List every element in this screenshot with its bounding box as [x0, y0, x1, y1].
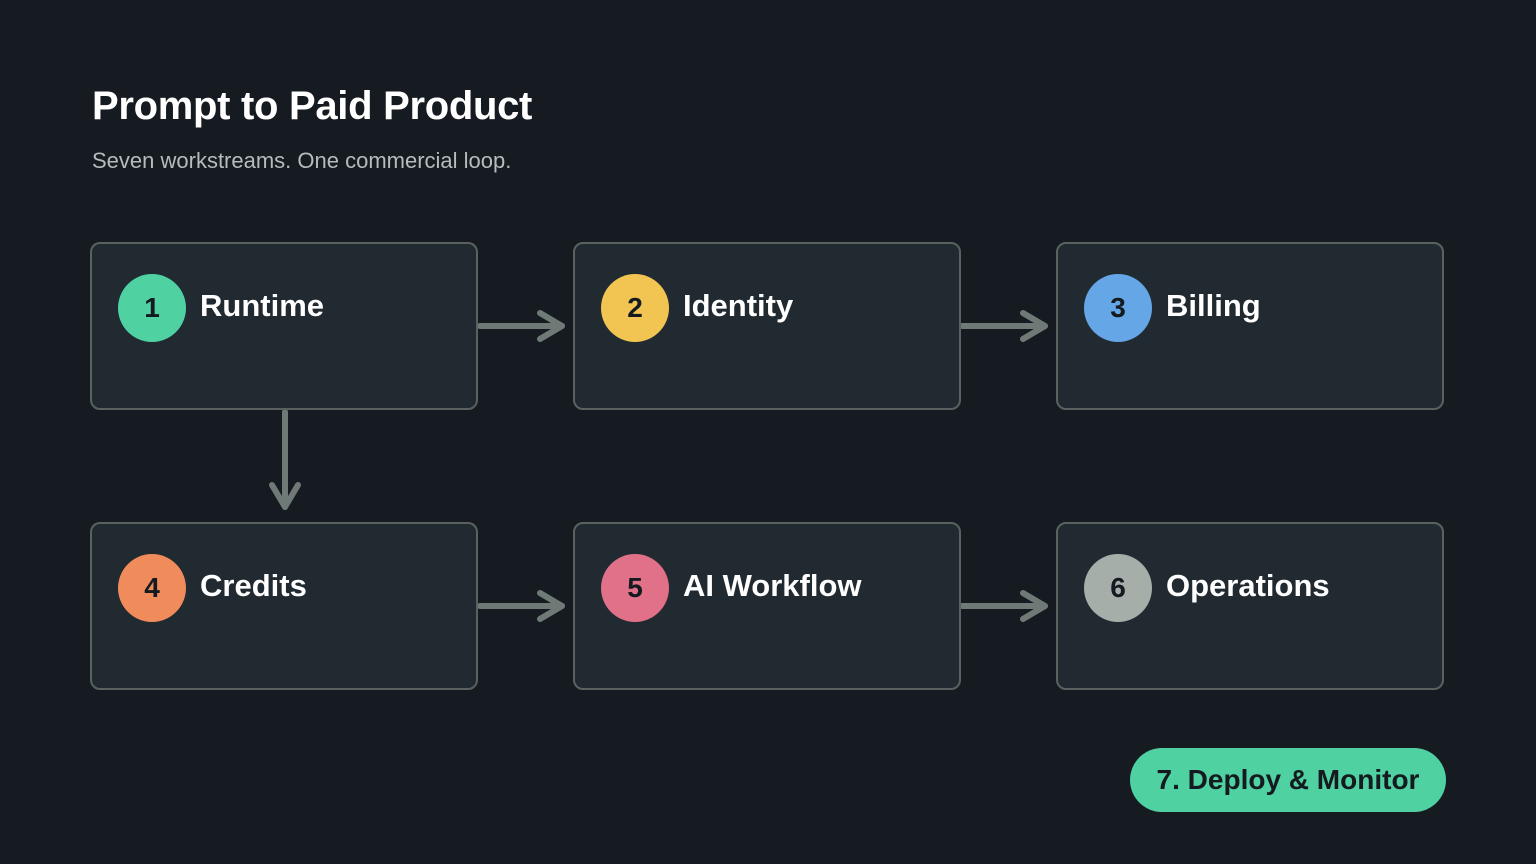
flow-arrows — [269, 310, 1048, 622]
node-number-badge: 1 — [118, 274, 186, 342]
node-identity: 2 Identity — [573, 242, 961, 410]
node-credits: 4 Credits — [90, 522, 478, 690]
node-ai-workflow: 5 AI Workflow — [573, 522, 961, 690]
diagram-subtitle: Seven workstreams. One commercial loop. — [92, 148, 512, 173]
node-number-badge: 3 — [1084, 274, 1152, 342]
arrow-runtime-to-identity — [477, 310, 565, 342]
node-label: Identity — [683, 288, 794, 323]
node-runtime: 1 Runtime — [90, 242, 478, 410]
node-operations: 6 Operations — [1056, 522, 1444, 690]
node-number-badge: 4 — [118, 554, 186, 622]
node-label: Runtime — [200, 288, 324, 323]
node-label: Billing — [1166, 288, 1261, 323]
arrow-credits-to-ai-workflow — [477, 590, 565, 622]
arrow-identity-to-billing — [959, 310, 1048, 342]
node-billing: 3 Billing — [1056, 242, 1444, 410]
node-number-badge: 2 — [601, 274, 669, 342]
node-label: AI Workflow — [683, 568, 862, 603]
deploy-monitor-pill: 7. Deploy & Monitor — [1130, 748, 1446, 812]
diagram-title: Prompt to Paid Product — [92, 84, 533, 128]
node-label: Operations — [1166, 568, 1330, 603]
node-number-badge: 6 — [1084, 554, 1152, 622]
node-number-badge: 5 — [601, 554, 669, 622]
arrow-ai-workflow-to-operations — [959, 590, 1048, 622]
node-label: Credits — [200, 568, 307, 603]
arrow-runtime-to-credits — [269, 409, 301, 510]
